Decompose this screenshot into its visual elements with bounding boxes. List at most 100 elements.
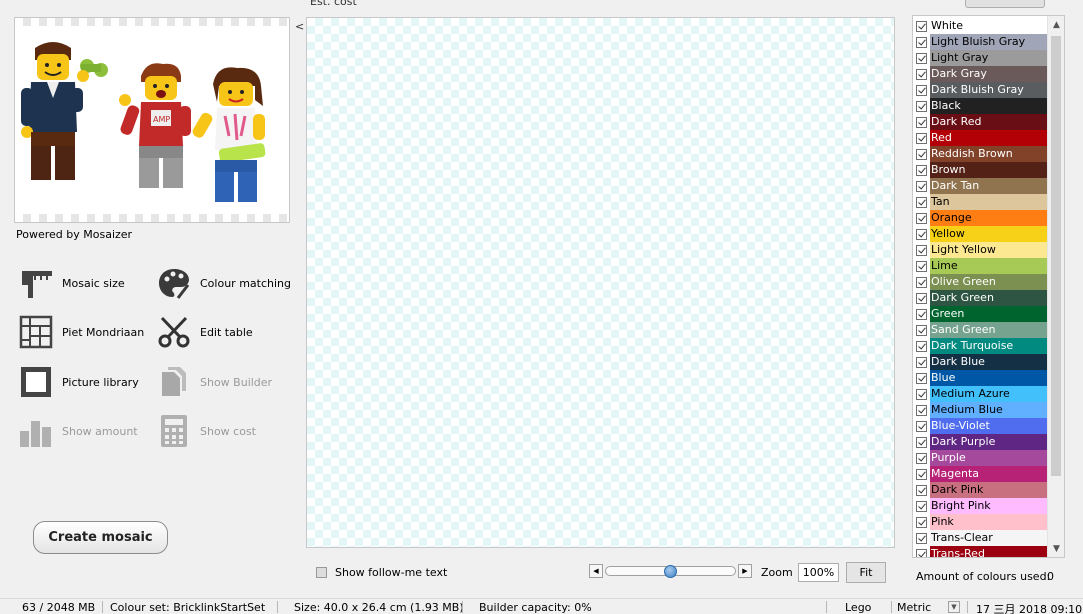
colour-item[interactable]: Light Bluish Gray bbox=[915, 34, 1048, 50]
zoom-left-arrow-icon[interactable]: ◀ bbox=[589, 564, 603, 578]
units-dropdown-icon[interactable]: ▼ bbox=[948, 601, 960, 613]
colour-list-scrollbar[interactable]: ▲ ▼ bbox=[1047, 16, 1064, 557]
colour-checkbox[interactable] bbox=[916, 36, 927, 48]
colour-checkbox[interactable] bbox=[916, 132, 927, 144]
colour-checkbox[interactable] bbox=[916, 212, 927, 224]
colour-item[interactable]: White bbox=[915, 18, 1048, 34]
colour-item[interactable]: Trans-Red bbox=[915, 546, 1048, 557]
colour-name: Medium Azure bbox=[930, 386, 1048, 402]
colour-item[interactable]: Olive Green bbox=[915, 274, 1048, 290]
colour-item[interactable]: Orange bbox=[915, 210, 1048, 226]
colour-item[interactable]: Bright Pink bbox=[915, 498, 1048, 514]
colour-checkbox[interactable] bbox=[916, 308, 927, 320]
colour-item[interactable]: Medium Blue bbox=[915, 402, 1048, 418]
colour-checkbox[interactable] bbox=[916, 180, 927, 192]
colour-checkbox[interactable] bbox=[916, 356, 927, 368]
scroll-down-icon[interactable]: ▼ bbox=[1048, 540, 1064, 557]
colour-item[interactable]: Medium Azure bbox=[915, 386, 1048, 402]
colour-item[interactable]: Sand Green bbox=[915, 322, 1048, 338]
follow-me-checkbox[interactable]: Show follow-me text bbox=[316, 566, 447, 579]
colour-name: Brown bbox=[930, 162, 1048, 178]
ruler-icon bbox=[18, 265, 54, 301]
colour-checkbox[interactable] bbox=[916, 372, 927, 384]
colour-item[interactable]: Dark Tan bbox=[915, 178, 1048, 194]
show-amount-button[interactable]: Show amount bbox=[18, 413, 138, 449]
colour-item[interactable]: Blue-Violet bbox=[915, 418, 1048, 434]
colour-checkbox[interactable] bbox=[916, 196, 927, 208]
colour-checkbox[interactable] bbox=[916, 228, 927, 240]
colour-item[interactable]: Light Gray bbox=[915, 50, 1048, 66]
colour-checkbox[interactable] bbox=[916, 388, 927, 400]
zoom-value-field[interactable]: 100% bbox=[798, 563, 839, 582]
show-builder-button[interactable]: Show Builder bbox=[156, 364, 272, 400]
colour-item[interactable]: Tan bbox=[915, 194, 1048, 210]
edit-table-button[interactable]: Edit table bbox=[156, 314, 253, 350]
scroll-up-icon[interactable]: ▲ bbox=[1048, 16, 1064, 33]
colour-item[interactable]: Dark Purple bbox=[915, 434, 1048, 450]
colour-checkbox[interactable] bbox=[916, 276, 927, 288]
zoom-slider-thumb[interactable] bbox=[664, 565, 677, 578]
colour-checkbox[interactable] bbox=[916, 148, 927, 160]
colour-item[interactable]: Yellow bbox=[915, 226, 1048, 242]
colour-item[interactable]: Black bbox=[915, 98, 1048, 114]
colour-checkbox[interactable] bbox=[916, 468, 927, 480]
zoom-slider[interactable]: ◀ ▶ bbox=[589, 563, 752, 579]
colour-item[interactable]: Light Yellow bbox=[915, 242, 1048, 258]
picture-library-button[interactable]: Picture library bbox=[18, 364, 139, 400]
colour-item[interactable]: Purple bbox=[915, 450, 1048, 466]
colour-item[interactable]: Dark Turquoise bbox=[915, 338, 1048, 354]
mosaic-canvas[interactable] bbox=[306, 17, 895, 548]
colour-item[interactable]: Dark Red bbox=[915, 114, 1048, 130]
collapse-arrow-button[interactable]: < bbox=[295, 20, 304, 33]
colour-item[interactable]: Trans-Clear bbox=[915, 530, 1048, 546]
fit-button[interactable]: Fit bbox=[846, 562, 886, 583]
colour-item[interactable]: Reddish Brown bbox=[915, 146, 1048, 162]
colour-checkbox[interactable] bbox=[916, 244, 927, 256]
colour-checkbox[interactable] bbox=[916, 20, 927, 32]
colour-checkbox[interactable] bbox=[916, 100, 927, 112]
colour-checkbox[interactable] bbox=[916, 404, 927, 416]
colour-checkbox[interactable] bbox=[916, 484, 927, 496]
show-cost-button[interactable]: Show cost bbox=[156, 413, 256, 449]
colour-name: Dark Pink bbox=[930, 482, 1048, 498]
colour-item[interactable]: Dark Bluish Gray bbox=[915, 82, 1048, 98]
colour-item[interactable]: Red bbox=[915, 130, 1048, 146]
colour-checkbox[interactable] bbox=[916, 500, 927, 512]
colour-checkbox[interactable] bbox=[916, 324, 927, 336]
colour-matching-button[interactable]: Colour matching bbox=[156, 265, 291, 301]
follow-me-check-box[interactable] bbox=[316, 567, 327, 578]
colour-checkbox[interactable] bbox=[916, 516, 927, 528]
top-right-button[interactable] bbox=[965, 0, 1045, 8]
colour-checkbox[interactable] bbox=[916, 260, 927, 272]
colour-checkbox[interactable] bbox=[916, 164, 927, 176]
colour-item[interactable]: Dark Gray bbox=[915, 66, 1048, 82]
colour-checkbox[interactable] bbox=[916, 52, 927, 64]
colour-checkbox[interactable] bbox=[916, 84, 927, 96]
colour-checkbox[interactable] bbox=[916, 420, 927, 432]
colour-item[interactable]: Brown bbox=[915, 162, 1048, 178]
status-units[interactable]: Metric bbox=[897, 601, 931, 614]
colour-checkbox[interactable] bbox=[916, 116, 927, 128]
zoom-right-arrow-icon[interactable]: ▶ bbox=[738, 564, 752, 578]
colour-checkbox[interactable] bbox=[916, 532, 927, 544]
create-mosaic-button[interactable]: Create mosaic bbox=[33, 521, 168, 554]
colour-checkbox[interactable] bbox=[916, 68, 927, 80]
colour-item[interactable]: Dark Pink bbox=[915, 482, 1048, 498]
colour-item[interactable]: Dark Blue bbox=[915, 354, 1048, 370]
colour-checkbox[interactable] bbox=[916, 548, 927, 557]
colour-list[interactable]: White Light Bluish Gray Light Gray Dark Gra… bbox=[912, 15, 1065, 558]
mosaic-size-button[interactable]: Mosaic size bbox=[18, 265, 125, 301]
colour-item[interactable]: Magenta bbox=[915, 466, 1048, 482]
piet-mondriaan-button[interactable]: Piet Mondriaan bbox=[18, 314, 144, 350]
colour-item[interactable]: Lime bbox=[915, 258, 1048, 274]
colour-item[interactable]: Dark Green bbox=[915, 290, 1048, 306]
colour-item[interactable]: Blue bbox=[915, 370, 1048, 386]
colour-checkbox[interactable] bbox=[916, 292, 927, 304]
scroll-thumb[interactable] bbox=[1051, 36, 1061, 476]
colour-item[interactable]: Green bbox=[915, 306, 1048, 322]
colour-checkbox[interactable] bbox=[916, 436, 927, 448]
zoom-slider-track[interactable] bbox=[605, 564, 736, 578]
colour-checkbox[interactable] bbox=[916, 452, 927, 464]
colour-item[interactable]: Pink bbox=[915, 514, 1048, 530]
colour-checkbox[interactable] bbox=[916, 340, 927, 352]
